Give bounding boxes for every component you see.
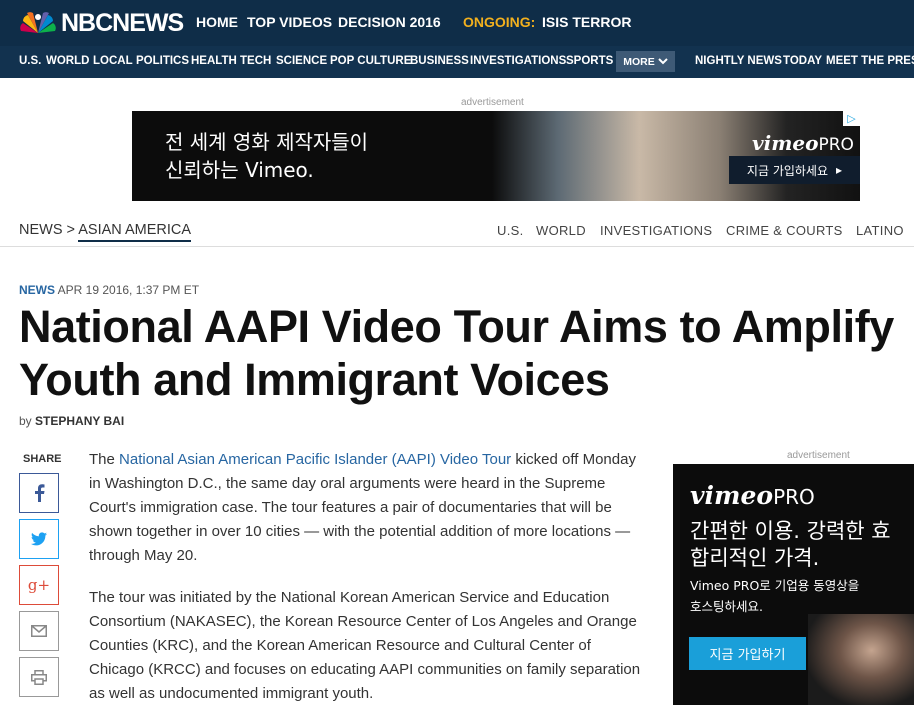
share-twitter-button[interactable] xyxy=(19,519,59,559)
more-label: MORE xyxy=(623,55,655,68)
breadcrumb-news[interactable]: NEWS xyxy=(19,222,63,238)
article-timestamp: APR 19 2016, 1:37 PM ET xyxy=(57,283,200,297)
section-divider xyxy=(0,246,914,247)
vimeo-side-ad[interactable]: vimeoPRO 간편한 이용. 강력한 효 합리적인 가격. Vimeo PR… xyxy=(673,464,914,705)
peacock-icon xyxy=(19,9,57,37)
ad-side-headline-line2: 합리적인 가격. xyxy=(690,546,820,570)
nav-item-world[interactable]: WORLD xyxy=(46,55,89,67)
facebook-icon xyxy=(35,484,45,502)
article-headline: National AAPI Video Tour Aims to Amplify… xyxy=(19,301,894,405)
article-paragraph-2: The tour was initiated by the National K… xyxy=(89,589,641,702)
nav-item-science[interactable]: SCIENCE xyxy=(276,55,327,67)
ad-side-photo xyxy=(808,614,914,705)
twitter-icon xyxy=(31,532,47,546)
share-email-button[interactable] xyxy=(19,611,59,651)
top-link-top-videos[interactable]: TOP VIDEOS xyxy=(247,14,332,30)
nav-item-meet-the-press[interactable]: MEET THE PRESS xyxy=(826,55,914,67)
nav-item-politics[interactable]: POLITICS xyxy=(136,55,189,67)
ad-side-sub-line1: Vimeo PRO로 기업용 동영상을 xyxy=(690,578,860,593)
nbc-news-logo[interactable]: NBCNEWS xyxy=(19,8,184,38)
ongoing-topic-link[interactable]: ISIS TERROR xyxy=(542,14,631,30)
ad-side-headline-line1: 간편한 이용. 강력한 효 xyxy=(690,519,891,543)
nav-item-nightly-news[interactable]: NIGHTLY NEWS xyxy=(695,55,782,67)
print-icon xyxy=(31,669,47,685)
vimeo-side-wordmark: vimeo xyxy=(690,481,774,510)
ad-signup-button[interactable]: 지금 가입하세요 ▸ xyxy=(729,156,860,184)
email-icon xyxy=(31,625,47,637)
aapi-video-tour-link[interactable]: National Asian American Pacific Islander… xyxy=(119,451,511,468)
share-print-button[interactable] xyxy=(19,657,59,697)
nav-item-us[interactable]: U.S. xyxy=(19,55,41,67)
breadcrumb-asian-america[interactable]: ASIAN AMERICA xyxy=(78,222,192,242)
share-label: SHARE xyxy=(23,453,62,465)
byline: by STEPHANY BAI xyxy=(19,414,124,428)
vimeo-side-pro-suffix: PRO xyxy=(773,485,815,509)
ad-side-headline: 간편한 이용. 강력한 효 합리적인 가격. xyxy=(690,518,914,572)
ad-label-side: advertisement xyxy=(787,450,850,461)
article-category[interactable]: NEWS xyxy=(19,283,55,297)
vimeo-pro-suffix: PRO xyxy=(818,135,854,155)
ongoing-label: ONGOING: xyxy=(463,14,536,30)
nav-item-sports[interactable]: SPORTS xyxy=(566,55,613,67)
ad-copy-line1: 전 세계 영화 제작자들이 xyxy=(165,130,369,154)
ad-signup-label: 지금 가입하세요 xyxy=(746,163,829,178)
p1-intro: The xyxy=(89,451,120,468)
ad-copy: 전 세계 영화 제작자들이 신뢰하는 Vimeo. xyxy=(165,128,368,184)
vimeo-wordmark: vimeo xyxy=(752,131,819,155)
subnav-crime-courts[interactable]: CRIME & COURTS xyxy=(726,223,843,238)
ad-label-top: advertisement xyxy=(461,97,524,108)
ad-choices-icon[interactable]: ▷ xyxy=(843,111,860,126)
ad-copy-line2: 신뢰하는 Vimeo. xyxy=(165,158,314,182)
ad-side-signup-button[interactable]: 지금 가입하기 xyxy=(689,637,806,670)
article-paragraph-1: The National Asian American Pacific Isla… xyxy=(89,448,649,568)
nav-item-pop-culture[interactable]: POP CULTURE xyxy=(330,55,411,67)
vimeo-banner-ad[interactable]: 전 세계 영화 제작자들이 신뢰하는 Vimeo. vimeoPRO 지금 가입… xyxy=(132,111,860,201)
breadcrumb-separator: > xyxy=(66,222,75,238)
nav-item-local[interactable]: LOCAL xyxy=(93,55,133,67)
breadcrumb: NEWS > ASIAN AMERICA xyxy=(19,222,192,242)
subnav-us[interactable]: U.S. xyxy=(497,223,523,238)
top-link-home[interactable]: HOME xyxy=(196,14,238,30)
nav-item-health[interactable]: HEALTH xyxy=(191,55,237,67)
nav-item-tech[interactable]: TECH xyxy=(240,55,271,67)
more-button[interactable]: MORE xyxy=(616,51,675,72)
nav-item-business[interactable]: BUSINESS xyxy=(410,55,469,67)
nav-item-investigations[interactable]: INVESTIGATIONS xyxy=(470,55,566,67)
byline-prefix: by xyxy=(19,414,32,428)
subnav-world[interactable]: WORLD xyxy=(536,223,586,238)
top-link-decision-2016[interactable]: DECISION 2016 xyxy=(338,14,441,30)
vimeo-side-logo: vimeoPRO xyxy=(690,481,815,510)
article-meta: NEWS APR 19 2016, 1:37 PM ET xyxy=(19,283,199,297)
google-plus-icon: g+ xyxy=(27,576,51,594)
chevron-down-icon xyxy=(658,58,668,65)
vimeo-logo: vimeoPRO xyxy=(752,131,854,155)
ad-side-subtext: Vimeo PRO로 기업용 동영상을 호스팅하세요. xyxy=(690,575,890,617)
nav-item-today[interactable]: TODAY xyxy=(783,55,822,67)
share-facebook-button[interactable] xyxy=(19,473,59,513)
logo-wordmark: NBCNEWS xyxy=(61,8,184,37)
caret-right-icon: ▸ xyxy=(836,163,843,177)
subnav-latino[interactable]: LATINO xyxy=(856,223,904,238)
subnav-investigations[interactable]: INVESTIGATIONS xyxy=(600,223,712,238)
author-link[interactable]: STEPHANY BAI xyxy=(35,414,124,428)
ad-side-sub-line2: 호스팅하세요. xyxy=(690,599,763,614)
share-googleplus-button[interactable]: g+ xyxy=(19,565,59,605)
